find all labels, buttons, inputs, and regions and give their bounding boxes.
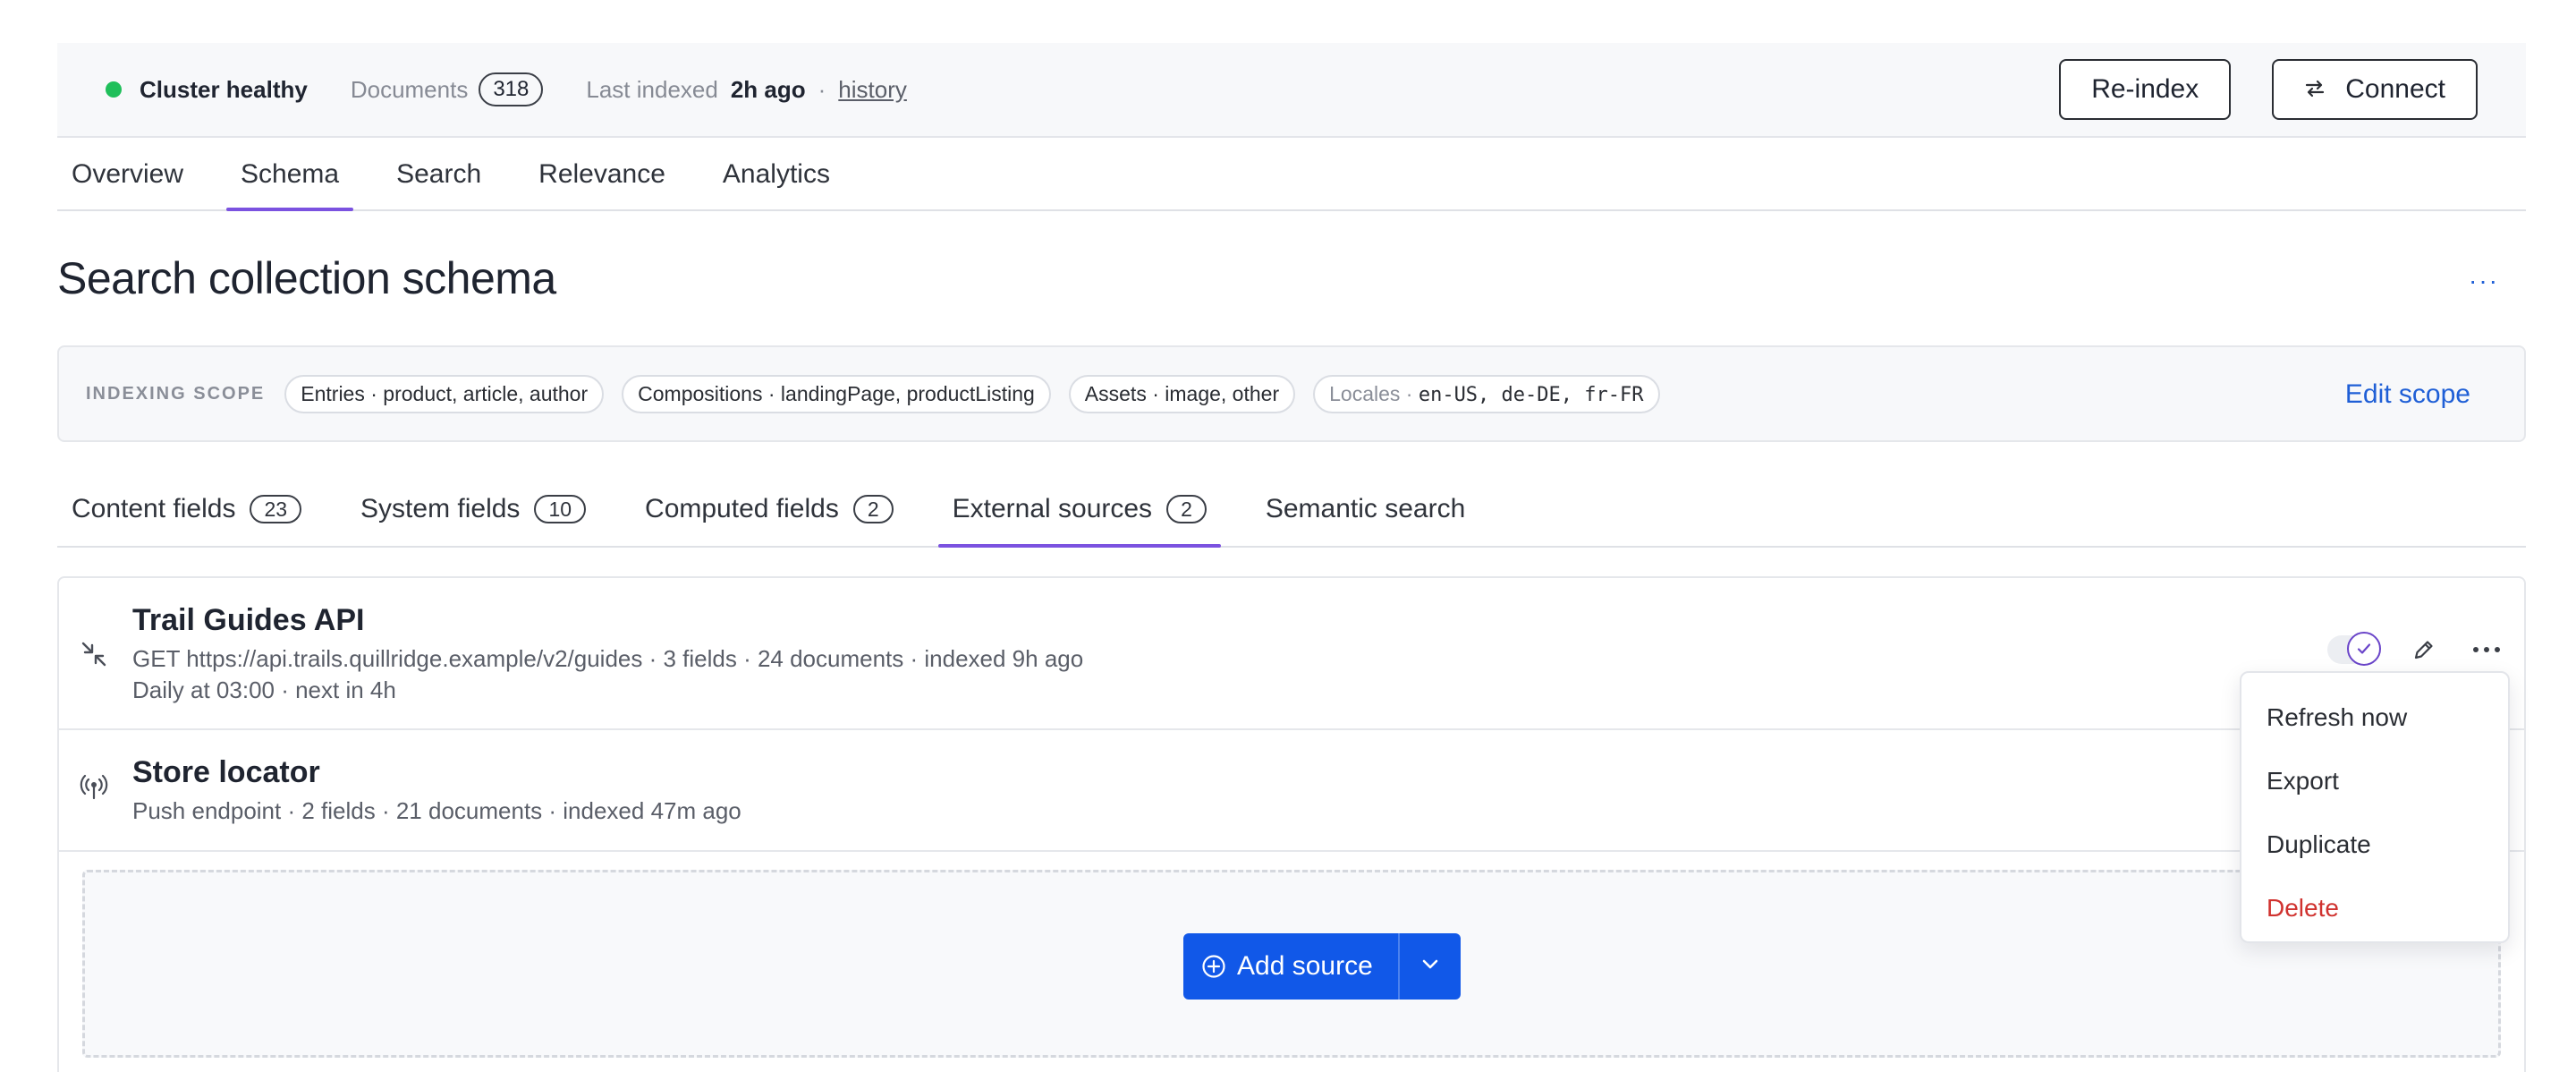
source-options-menu: Refresh now Export Duplicate Delete bbox=[2240, 671, 2510, 943]
subtab-system-fields[interactable]: System fields 10 bbox=[360, 494, 587, 546]
menu-item-export[interactable]: Export bbox=[2241, 749, 2508, 813]
subtab-label: External sources bbox=[952, 494, 1153, 523]
subtab-label: Content fields bbox=[72, 494, 236, 523]
separator: · bbox=[818, 75, 826, 103]
subtab-count: 23 bbox=[250, 495, 302, 523]
chevron-down-icon bbox=[1420, 958, 1440, 975]
page: Cluster healthy Documents 318 Last index… bbox=[57, 43, 2526, 1072]
scope-label: INDEXING SCOPE bbox=[86, 383, 266, 404]
main-tabs: Overview Schema Search Relevance Analyti… bbox=[57, 138, 2526, 211]
source-details: Push endpoint · 2 fields · 21 documents … bbox=[132, 797, 741, 824]
source-name: Trail Guides API bbox=[132, 603, 365, 637]
tab-overview[interactable]: Overview bbox=[72, 159, 183, 209]
locales-label: Locales · bbox=[1329, 381, 1413, 405]
edit-pencil-icon[interactable] bbox=[2408, 634, 2440, 666]
more-options-icon[interactable] bbox=[2470, 634, 2503, 666]
heading-row: Search collection schema ··· bbox=[57, 211, 2526, 345]
connect-label: Connect bbox=[2345, 74, 2445, 104]
health-label: Cluster healthy bbox=[140, 75, 308, 103]
subtab-count: 2 bbox=[852, 495, 894, 523]
connect-button[interactable]: Connect bbox=[2272, 59, 2478, 120]
subtab-external-sources[interactable]: External sources 2 bbox=[937, 494, 1222, 548]
enabled-toggle[interactable] bbox=[2327, 632, 2381, 666]
list-item[interactable]: Trail Guides API GET https://api.trails.… bbox=[59, 578, 2524, 730]
last-indexed-value: 2h ago bbox=[730, 75, 806, 103]
tab-analytics[interactable]: Analytics bbox=[723, 159, 830, 209]
tab-relevance[interactable]: Relevance bbox=[538, 159, 665, 209]
source-name: Store locator bbox=[132, 755, 320, 789]
history-link[interactable]: history bbox=[838, 76, 907, 104]
status-bar: Cluster healthy Documents 318 Last index… bbox=[57, 43, 2526, 138]
last-indexed-label: Last indexed bbox=[586, 75, 718, 103]
edit-scope-link[interactable]: Edit scope bbox=[2345, 379, 2470, 410]
source-schedule: Daily at 03:00 · next in 4h bbox=[132, 676, 396, 703]
field-tabs: Content fields 23 System fields 10 Compu… bbox=[57, 442, 2526, 548]
menu-item-delete[interactable]: Delete bbox=[2241, 876, 2508, 940]
swap-arrows-icon bbox=[2304, 76, 2326, 104]
add-source-button[interactable]: Add source bbox=[1183, 933, 1398, 1000]
page-title: Search collection schema bbox=[57, 253, 556, 303]
check-icon bbox=[2347, 632, 2381, 666]
menu-item-refresh-now[interactable]: Refresh now bbox=[2241, 685, 2508, 749]
scope-chip-entries: Entries · product, article, author bbox=[284, 374, 605, 413]
subtab-content-fields[interactable]: Content fields 23 bbox=[72, 494, 302, 546]
broadcast-icon bbox=[79, 771, 109, 802]
tab-schema[interactable]: Schema bbox=[226, 159, 354, 211]
list-item[interactable]: Store locator Push endpoint · 2 fields ·… bbox=[59, 730, 2524, 852]
plus-circle-icon bbox=[1201, 954, 1226, 979]
subtab-label: System fields bbox=[360, 494, 521, 523]
subtab-label: Semantic search bbox=[1265, 494, 1466, 523]
subtab-count: 10 bbox=[534, 495, 587, 523]
menu-item-duplicate[interactable]: Duplicate bbox=[2241, 813, 2508, 876]
tab-search[interactable]: Search bbox=[396, 159, 481, 209]
subtab-computed-fields[interactable]: Computed fields 2 bbox=[645, 494, 894, 546]
scope-chip-locales: Locales · en-US, de-DE, fr-FR bbox=[1313, 374, 1660, 413]
scope-chip-assets: Assets · image, other bbox=[1068, 374, 1296, 413]
locales-value: en-US, de-DE, fr-FR bbox=[1418, 383, 1644, 406]
source-actions bbox=[2327, 632, 2503, 666]
external-sources-list: Trail Guides API GET https://api.trails.… bbox=[57, 576, 2526, 1072]
reindex-button[interactable]: Re-index bbox=[2059, 59, 2232, 120]
subtab-semantic-search[interactable]: Semantic search bbox=[1266, 494, 1465, 546]
documents-count: 318 bbox=[479, 72, 544, 106]
source-details: GET https://api.trails.quillridge.exampl… bbox=[132, 645, 1084, 672]
page-more-button[interactable]: ··· bbox=[2469, 267, 2499, 295]
documents-label: Documents bbox=[350, 75, 469, 103]
subtab-count: 2 bbox=[1166, 495, 1207, 523]
subtab-label: Computed fields bbox=[645, 494, 839, 523]
top-actions: Re-index Connect bbox=[2059, 59, 2478, 120]
health-indicator bbox=[106, 81, 122, 98]
add-source-dropzone: Add source bbox=[82, 870, 2501, 1058]
collapse-arrows-icon bbox=[79, 639, 109, 669]
add-source-label: Add source bbox=[1237, 951, 1373, 981]
add-source-dropdown-button[interactable] bbox=[1397, 933, 1461, 1000]
indexing-scope: INDEXING SCOPE Entries · product, articl… bbox=[57, 345, 2526, 442]
scope-chip-compositions: Compositions · landingPage, productListi… bbox=[622, 374, 1051, 413]
add-source-split-button: Add source bbox=[1183, 933, 1461, 1000]
